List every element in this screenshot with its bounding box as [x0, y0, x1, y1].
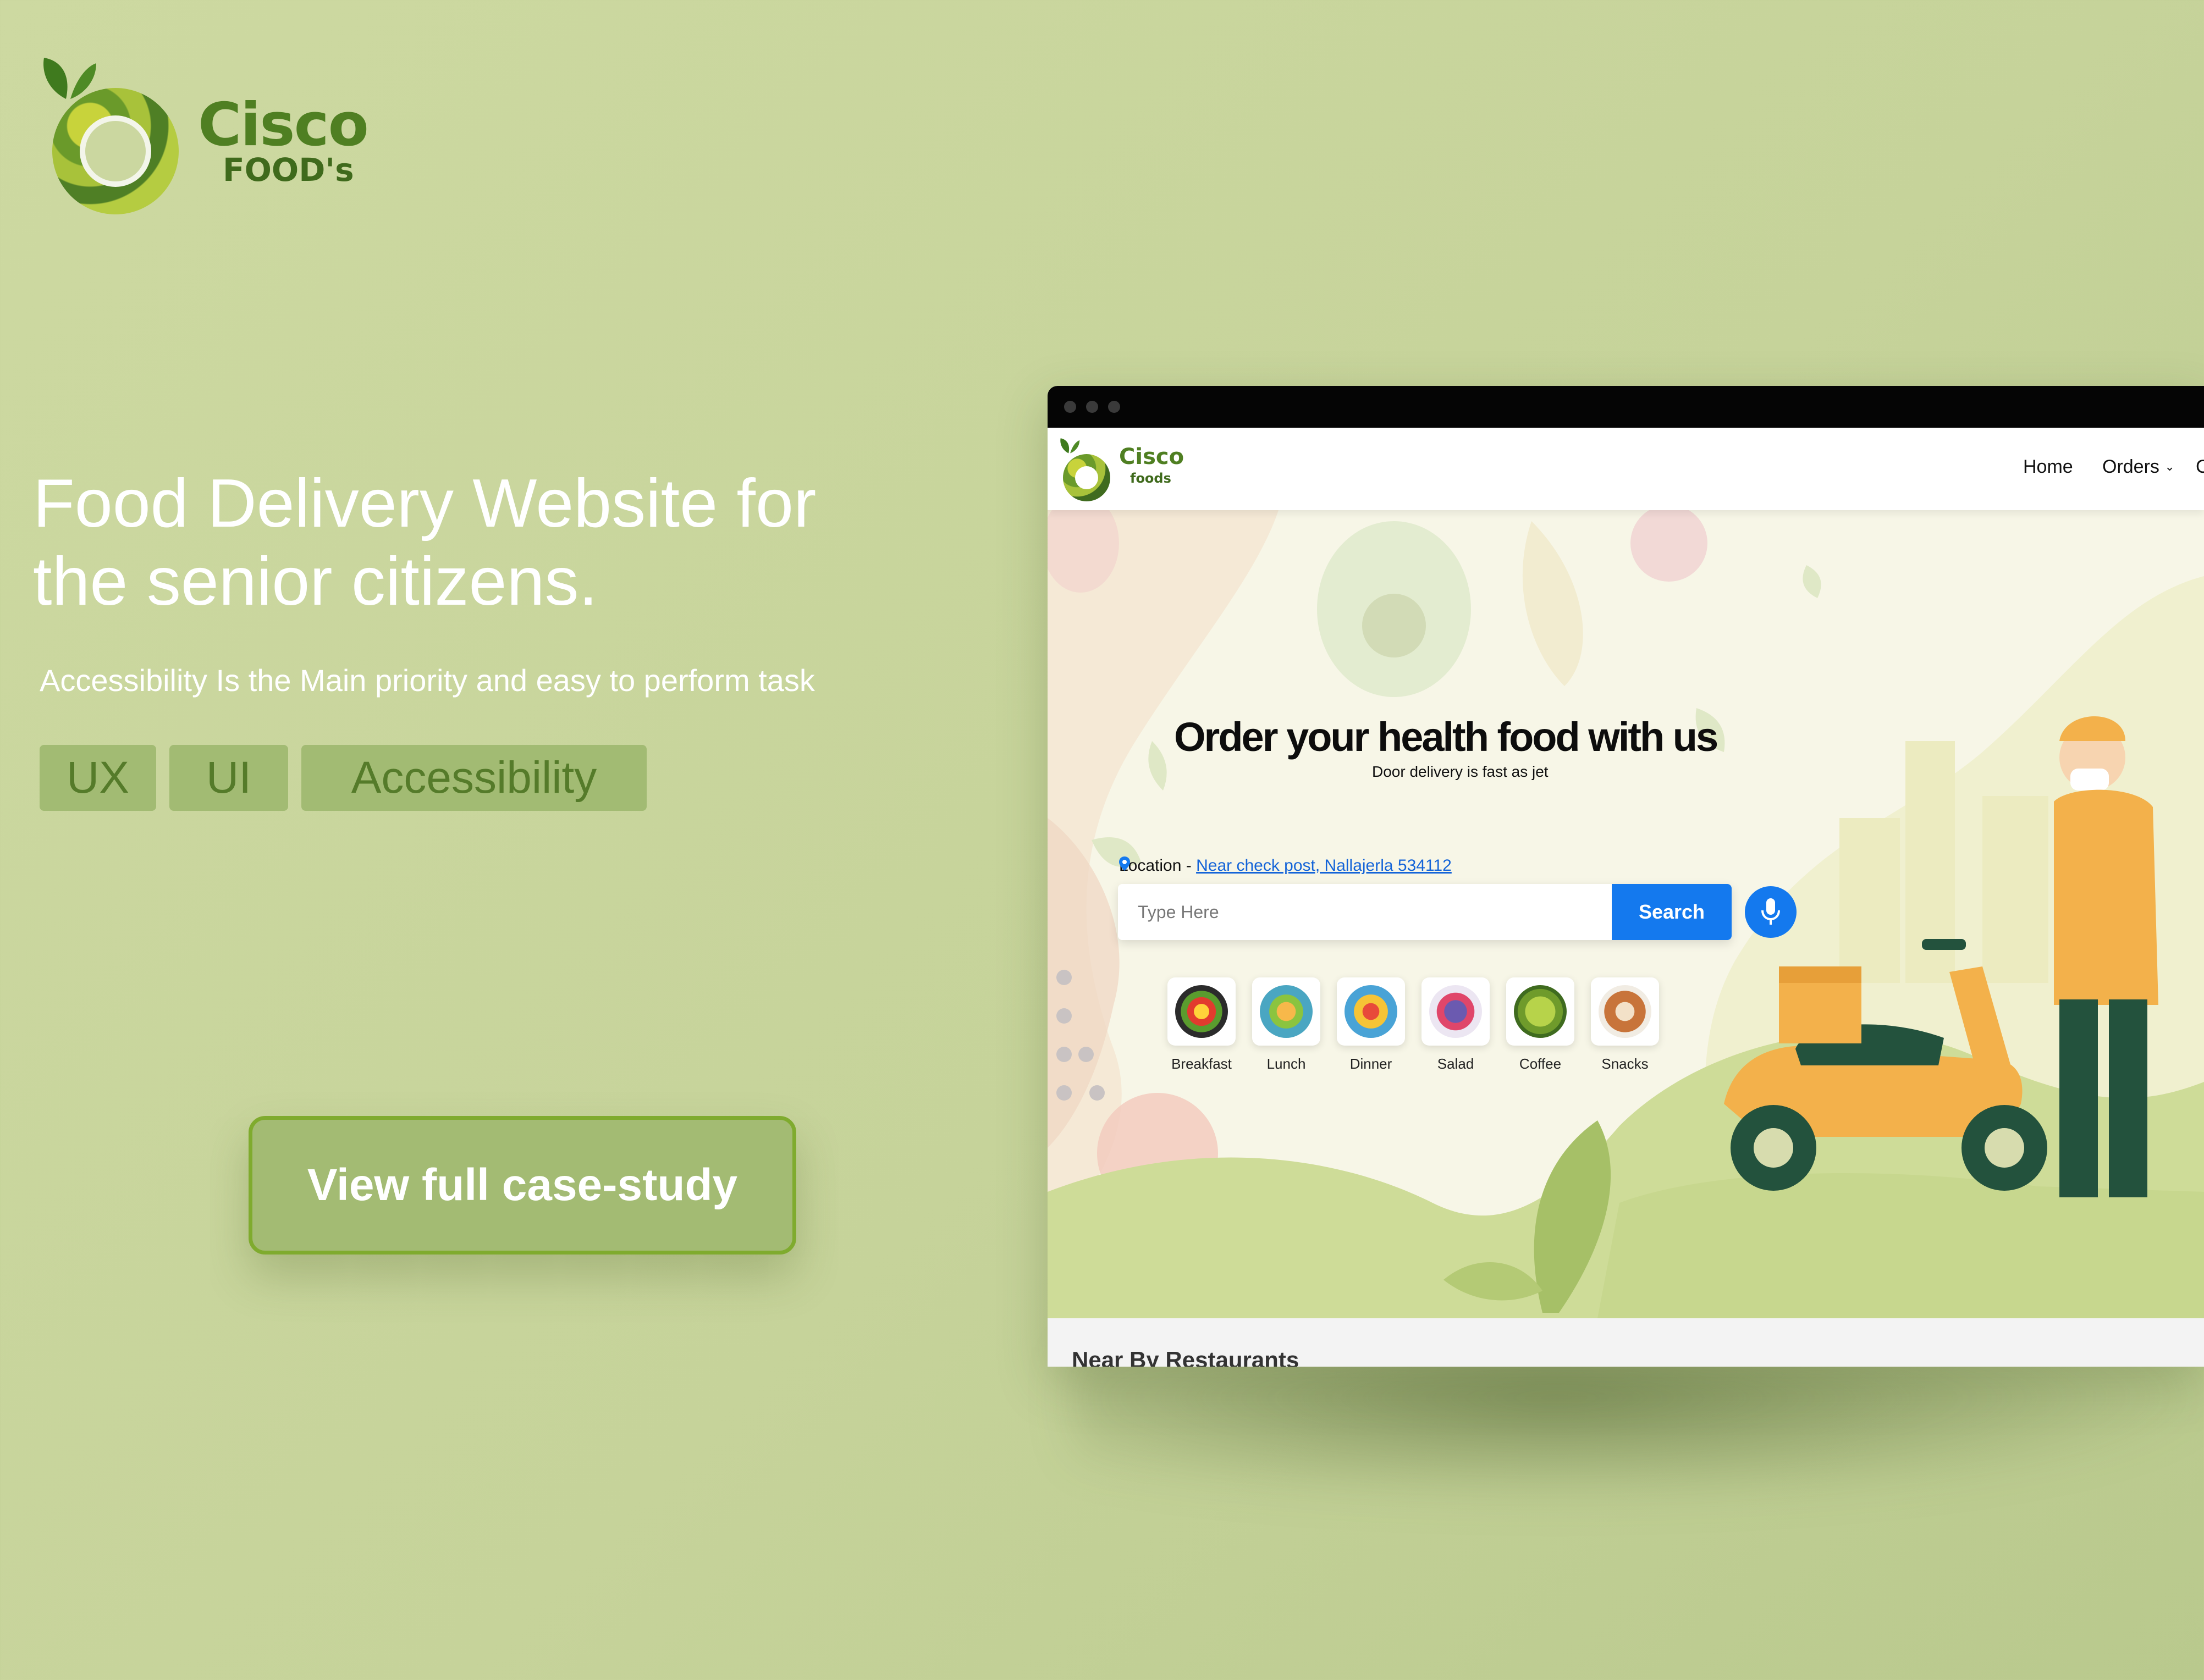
location-pin-icon [1119, 856, 1130, 871]
voice-search-button[interactable] [1745, 886, 1797, 938]
salad-plate [1429, 985, 1482, 1038]
leaf-icon [1060, 438, 1080, 454]
category-label: Breakfast [1171, 1055, 1232, 1072]
browser-titlebar [1048, 386, 2204, 428]
site-logo-name[interactable]: Cisco [1119, 444, 1184, 469]
headline-line-2: the senior citizens. [33, 544, 598, 620]
nav-orders-label: Orders [2102, 456, 2159, 477]
category-salad[interactable]: Salad [1421, 977, 1490, 1073]
search-button[interactable]: Search [1612, 884, 1732, 940]
site-navbar: Cisco foods Home Orders ⌄ C [1048, 428, 2204, 510]
hero-section: Order your health food with us Door deli… [1048, 510, 2204, 1318]
nav-more[interactable]: C [2196, 456, 2204, 478]
microphone-icon [1761, 898, 1780, 925]
nav-orders[interactable]: Orders ⌄ [2102, 456, 2175, 478]
headline-line-1: Food Delivery Website for [33, 466, 817, 541]
category-dinner[interactable]: Dinner [1337, 977, 1405, 1073]
location-prefix: Location - [1119, 856, 1197, 875]
category-label: Snacks [1601, 1055, 1649, 1072]
hero-title: Order your health food with us [1174, 714, 1718, 760]
tag-ux: UX [40, 745, 156, 811]
site-logo-sub: foods [1130, 471, 1171, 486]
category-coffee[interactable]: Coffee [1506, 977, 1574, 1073]
brand-mark [52, 88, 179, 214]
category-label: Lunch [1266, 1055, 1306, 1072]
dinner-plate [1345, 985, 1397, 1038]
window-dot[interactable] [1108, 401, 1120, 413]
category-label: Coffee [1519, 1055, 1562, 1072]
category-label: Dinner [1349, 1055, 1392, 1072]
nearby-title: Near By Restaurants [1072, 1347, 1299, 1367]
coffee-cup [1514, 985, 1567, 1038]
chevron-down-icon: ⌄ [2164, 460, 2175, 473]
location-link[interactable]: Near check post, Nallajerla 534112 [1196, 856, 1452, 875]
snacks-plate [1599, 985, 1651, 1038]
browser-window: Cisco foods Home Orders ⌄ C Order your h… [1048, 386, 2204, 1367]
nav-home[interactable]: Home [2023, 456, 2073, 478]
site-logo-mark[interactable] [1063, 454, 1110, 501]
brand-logo: Cisco FOOD's [38, 52, 390, 217]
browser-shadow [1072, 1347, 2204, 1512]
category-lunch[interactable]: Lunch [1252, 977, 1320, 1073]
view-case-study-button[interactable]: View full case-study [249, 1116, 796, 1255]
brand-subtitle: FOOD's [223, 151, 354, 189]
breakfast-plate [1175, 985, 1228, 1038]
window-dot[interactable] [1064, 401, 1076, 413]
category-snacks[interactable]: Snacks [1591, 977, 1659, 1073]
page-headline: Food Delivery Website for the senior cit… [33, 465, 913, 621]
page-subline: Accessibility Is the Main priority and e… [40, 663, 815, 698]
hero-subtitle: Door delivery is fast as jet [1372, 763, 1549, 780]
window-dot[interactable] [1086, 401, 1098, 413]
category-breakfast[interactable]: Breakfast [1167, 977, 1236, 1073]
search-bar: Search [1118, 884, 1732, 940]
search-input[interactable] [1118, 884, 1602, 940]
brand-name: Cisco [198, 91, 369, 159]
category-label: Salad [1437, 1055, 1474, 1072]
tag-ui: UI [169, 745, 288, 811]
location-row: Location - Near check post, Nallajerla 5… [1119, 856, 1452, 875]
tag-accessibility: Accessibility [301, 745, 647, 811]
lunch-plate [1260, 985, 1313, 1038]
